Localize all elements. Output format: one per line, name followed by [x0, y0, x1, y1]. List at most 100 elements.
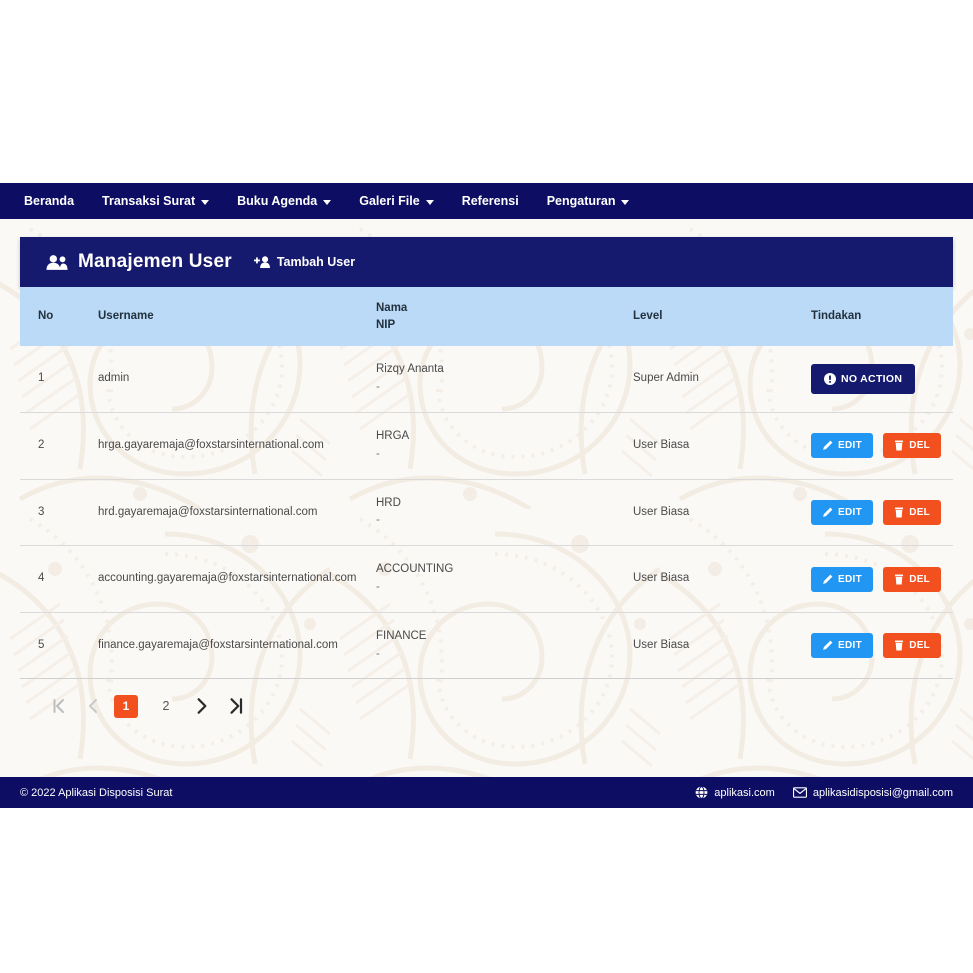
chevron-down-icon: [621, 199, 630, 205]
main-content: Manajemen User Tambah User No Username N…: [0, 219, 973, 777]
users-icon: [46, 254, 68, 270]
footer-contact-group: aplikasi.com aplikasidisposisi@gmail.com: [695, 786, 953, 799]
cell-username: admin: [98, 372, 130, 385]
cell-nama-nip: HRD -: [376, 479, 633, 546]
table-head: No Username Nama NIP Level Tindakan: [20, 287, 953, 347]
trash-icon: [895, 574, 904, 585]
app-page: Beranda Transaksi Surat Buku Agenda Gale…: [0, 0, 973, 973]
last-page-button[interactable]: [219, 693, 253, 719]
delete-button[interactable]: DEL: [883, 633, 942, 659]
cell-actions: EDIT DEL: [811, 612, 953, 679]
nav-item-pengaturan[interactable]: Pengaturan: [533, 183, 644, 219]
page-title-text: Manajemen User: [78, 251, 232, 272]
column-header-username: Username: [98, 310, 154, 323]
cell-no: 2: [38, 438, 45, 451]
no-action-button[interactable]: NO ACTION: [811, 364, 916, 395]
cell-actions: EDIT DEL: [811, 479, 953, 546]
cell-username: accounting.gayaremaja@foxstarsinternatio…: [98, 572, 357, 585]
cell-nip: -: [376, 581, 380, 594]
footer-email-link[interactable]: aplikasidisposisi@gmail.com: [792, 786, 953, 799]
cell-nip: -: [376, 447, 380, 460]
bottom-blank-area: [0, 808, 973, 973]
previous-page-button[interactable]: [76, 693, 110, 719]
column-header-level: Level: [633, 310, 663, 323]
chevron-down-icon: [425, 199, 434, 205]
edit-label: EDIT: [838, 573, 862, 585]
chevron-down-icon: [201, 199, 210, 205]
footer-website-link[interactable]: aplikasi.com: [695, 786, 775, 799]
cell-nip: -: [376, 514, 380, 527]
next-page-icon: [197, 698, 207, 715]
previous-page-icon: [89, 699, 97, 714]
cell-nama-nip: Rizqy Ananta -: [376, 346, 633, 412]
delete-label: DEL: [909, 506, 931, 518]
nav-item-beranda[interactable]: Beranda: [10, 183, 88, 219]
column-header-tindakan: Tindakan: [811, 310, 862, 323]
edit-button[interactable]: EDIT: [811, 566, 873, 592]
delete-label: DEL: [909, 440, 931, 452]
column-header-nama: Nama: [376, 302, 408, 314]
exclamation-circle-icon: [824, 373, 836, 386]
nav-item-buku-agenda[interactable]: Buku Agenda: [223, 183, 345, 219]
nav-item-galeri-file[interactable]: Galeri File: [345, 183, 447, 219]
add-user-label: Tambah User: [276, 255, 356, 269]
table-row: 4 accounting.gayaremaja@foxstarsinternat…: [20, 546, 953, 613]
cell-level: User Biasa: [633, 572, 690, 585]
page-button-1[interactable]: 1: [114, 694, 138, 718]
page-footer: © 2022 Aplikasi Disposisi Surat aplikasi…: [0, 777, 973, 808]
cell-level: User Biasa: [633, 638, 690, 651]
cell-actions: EDIT DEL: [811, 546, 953, 613]
cell-username: finance.gayaremaja@foxstarsinternational…: [98, 638, 338, 651]
main-navbar: Beranda Transaksi Surat Buku Agenda Gale…: [0, 183, 973, 219]
user-management-table: No Username Nama NIP Level Tindakan 1 ad…: [20, 287, 953, 679]
cell-username: hrga.gayaremaja@foxstarsinternational.co…: [98, 438, 324, 451]
cell-nama: Rizqy Ananta: [376, 363, 444, 376]
cell-no: 3: [38, 505, 45, 518]
table-body: 1 admin Rizqy Ananta - Super Admin NO AC…: [20, 346, 953, 679]
edit-label: EDIT: [838, 506, 862, 518]
next-page-button[interactable]: [185, 693, 219, 719]
delete-button[interactable]: DEL: [883, 566, 942, 592]
first-page-button[interactable]: [42, 693, 76, 719]
pencil-icon: [823, 574, 833, 584]
trash-icon: [895, 507, 904, 518]
add-user-button[interactable]: Tambah User: [253, 255, 356, 269]
table-row: 1 admin Rizqy Ananta - Super Admin NO AC…: [20, 346, 953, 413]
table-row: 3 hrd.gayaremaja@foxstarsinternational.c…: [20, 479, 953, 546]
page-title: Manajemen User: [46, 251, 232, 273]
edit-button[interactable]: EDIT: [811, 633, 873, 659]
page-label-1: 1: [122, 699, 130, 714]
page-label-2: 2: [162, 699, 170, 714]
edit-button[interactable]: EDIT: [811, 433, 873, 459]
cell-nama: HRD: [376, 496, 401, 509]
cell-nip: -: [376, 647, 380, 660]
cell-nama-nip: HRGA -: [376, 412, 633, 479]
envelope-icon: [792, 787, 807, 798]
nav-item-referensi[interactable]: Referensi: [448, 183, 533, 219]
delete-button[interactable]: DEL: [883, 499, 942, 525]
column-header-nama-nip: Nama NIP: [376, 287, 633, 346]
cell-level: User Biasa: [633, 505, 690, 518]
table-row: 5 finance.gayaremaja@foxstarsinternation…: [20, 612, 953, 679]
cell-level: Super Admin: [633, 372, 699, 385]
user-plus-icon: [253, 256, 270, 269]
cell-username: hrd.gayaremaja@foxstarsinternational.com: [98, 505, 318, 518]
cell-nama: FINANCE: [376, 629, 427, 642]
cell-actions: EDIT DEL: [811, 412, 953, 479]
page-button-2[interactable]: 2: [147, 693, 185, 719]
edit-button[interactable]: EDIT: [811, 499, 873, 525]
footer-email-label: aplikasidisposisi@gmail.com: [812, 786, 953, 799]
content-container: Manajemen User Tambah User No Username N…: [0, 219, 973, 719]
column-header-nip: NIP: [376, 318, 396, 331]
cell-nama: HRGA: [376, 429, 410, 442]
first-page-icon: [53, 699, 64, 714]
cell-nama: ACCOUNTING: [376, 563, 454, 576]
delete-label: DEL: [909, 640, 931, 652]
nav-item-transaksi-surat[interactable]: Transaksi Surat: [88, 183, 223, 219]
delete-button[interactable]: DEL: [883, 433, 942, 459]
trash-icon: [895, 440, 904, 451]
nav-label-galeri-file: Galeri File: [359, 194, 420, 208]
edit-label: EDIT: [838, 440, 862, 452]
pencil-icon: [823, 507, 833, 517]
card-header: Manajemen User Tambah User: [20, 237, 953, 287]
